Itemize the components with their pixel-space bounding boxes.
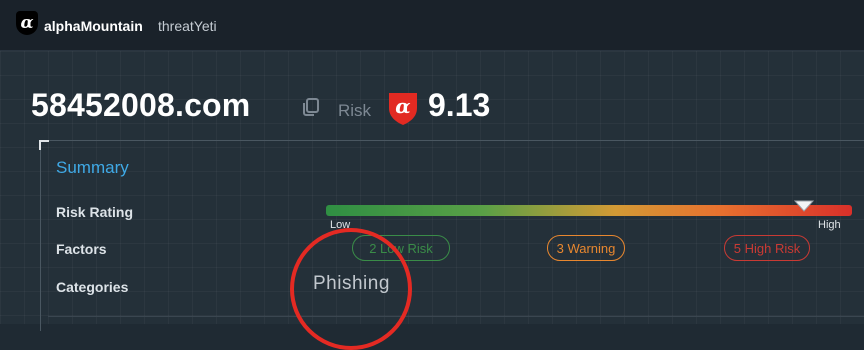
high-risk-factors-badge[interactable]: 5 High Risk	[724, 235, 810, 261]
panel-corner-marker	[39, 140, 49, 150]
alphamountain-logo-icon[interactable]: α	[16, 11, 38, 35]
summary-title: Summary	[56, 158, 129, 177]
highlight-circle-annotation	[290, 228, 412, 350]
brand-name[interactable]: alphaMountain	[44, 18, 143, 34]
risk-marker-icon	[794, 200, 814, 212]
risk-label: Risk	[338, 101, 372, 120]
risk-rating-label: Risk Rating	[56, 204, 134, 220]
svg-text:α: α	[395, 94, 410, 118]
risk-high-label: High	[818, 219, 841, 231]
top-bar: α alphaMountain threatYeti	[0, 0, 864, 51]
risk-rating-bar	[326, 205, 852, 216]
warning-factors-badge[interactable]: 3 Warning	[547, 235, 625, 261]
product-name[interactable]: threatYeti	[158, 18, 217, 34]
risk-shield-icon: α	[389, 93, 417, 125]
factors-label: Factors	[56, 241, 107, 257]
domain-name: 58452008.com	[31, 87, 251, 123]
copy-icon[interactable]	[301, 97, 321, 117]
categories-label: Categories	[56, 279, 129, 295]
risk-score: 9.13	[428, 87, 491, 123]
row-divider	[48, 316, 864, 317]
